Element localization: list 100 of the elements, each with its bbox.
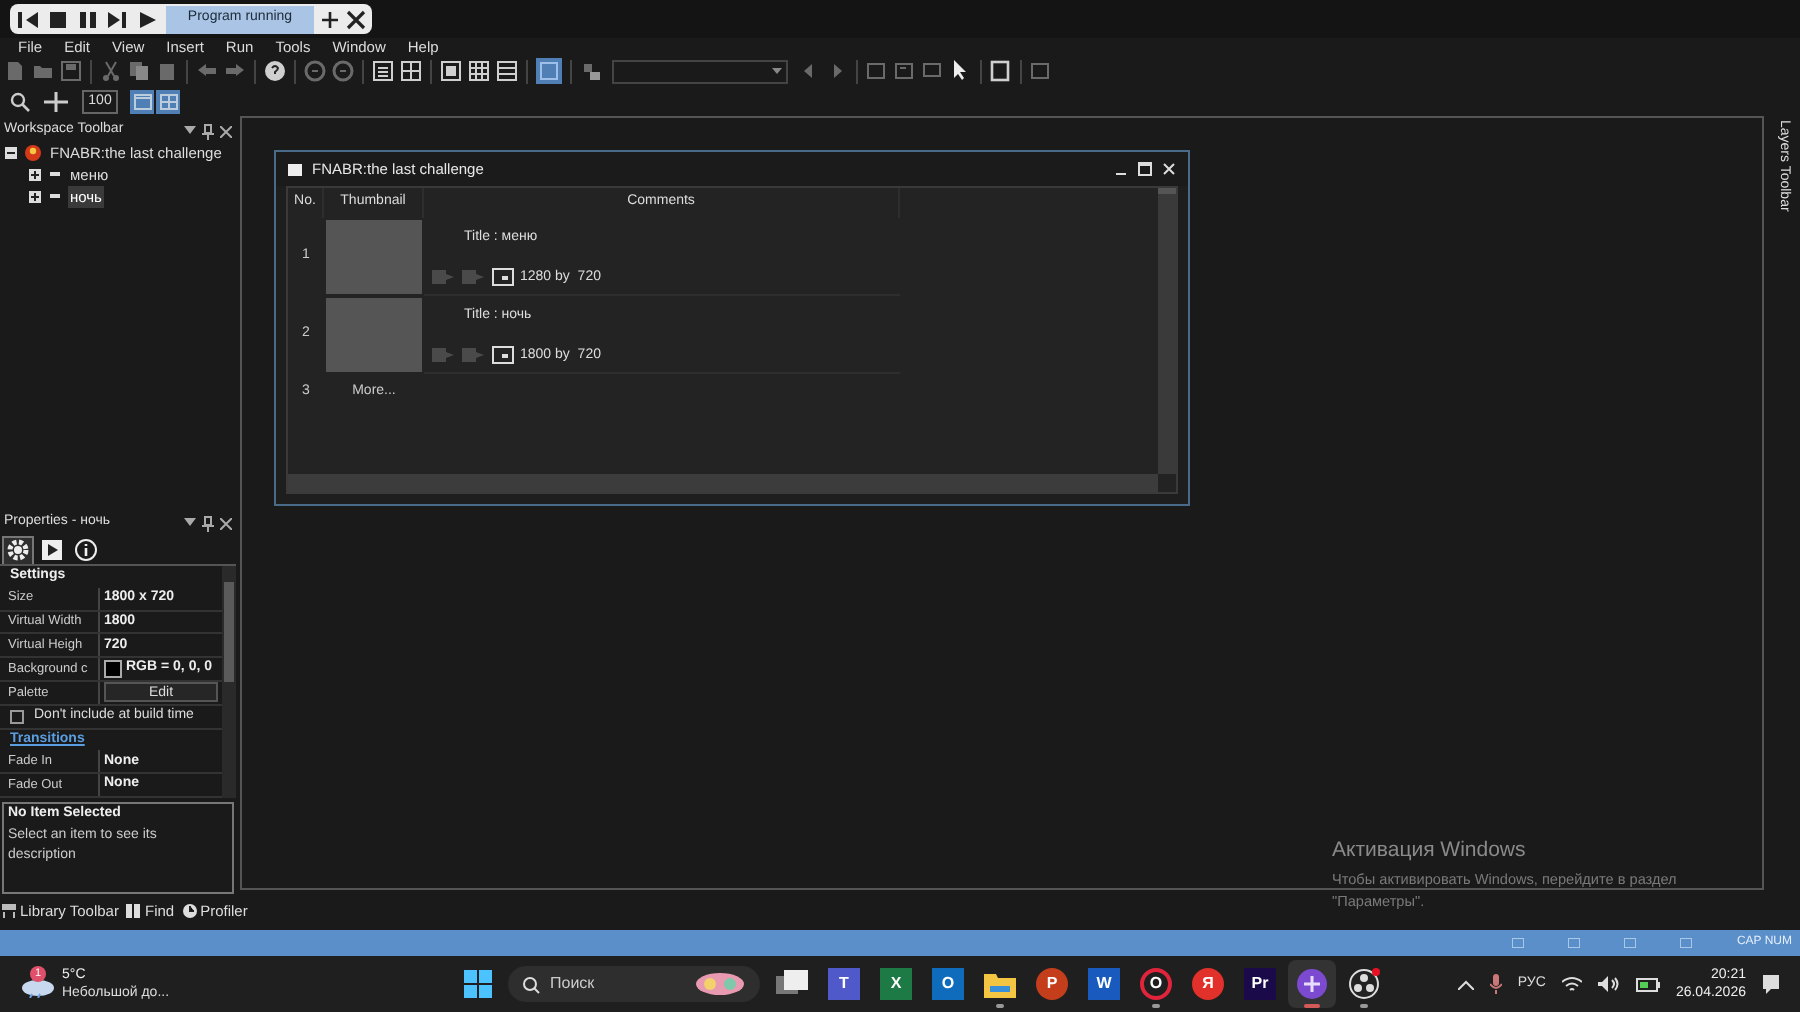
word-icon: W — [1088, 968, 1120, 1000]
frame-icon[interactable] — [894, 60, 916, 82]
volume-icon[interactable] — [1597, 976, 1620, 992]
panel-icon[interactable] — [440, 60, 462, 82]
step-icon[interactable] — [106, 9, 130, 29]
taskbar-app[interactable]: Pr — [1236, 960, 1284, 1008]
layout-icon — [540, 62, 558, 80]
search-bar[interactable]: Поиск — [508, 966, 760, 1002]
battery-icon[interactable] — [1635, 976, 1660, 992]
view-toggle[interactable] — [156, 89, 180, 113]
microphone-icon[interactable] — [1489, 974, 1502, 994]
restart-icon[interactable] — [16, 9, 40, 29]
screen-icon — [492, 346, 514, 365]
taskbar-app[interactable]: X — [872, 960, 920, 1008]
maximize-icon[interactable] — [1138, 162, 1152, 176]
close-icon[interactable] — [220, 517, 232, 529]
expand-icon[interactable] — [28, 168, 42, 182]
status-icon — [1680, 938, 1693, 948]
library-icon — [2, 902, 18, 920]
dropdown-icon[interactable] — [184, 518, 196, 528]
undo-icon[interactable] — [196, 60, 218, 82]
scrollbar[interactable] — [222, 566, 236, 798]
premiere-icon: Pr — [1244, 968, 1276, 1000]
caret-icon — [772, 67, 782, 75]
checkbox[interactable] — [10, 709, 24, 724]
crosshair-icon[interactable] — [42, 89, 70, 113]
zoom-icon[interactable] — [10, 91, 30, 111]
pin-icon[interactable] — [202, 515, 214, 531]
window-icon — [133, 93, 151, 109]
scrollbar[interactable] — [288, 474, 1158, 492]
yandex-browser-icon: Я — [1192, 968, 1224, 1000]
play-icon — [40, 537, 64, 561]
help-icon[interactable] — [264, 60, 286, 82]
thumbnail-placeholder[interactable] — [326, 220, 422, 294]
thumbnail-placeholder[interactable] — [326, 298, 422, 372]
frame-icon[interactable] — [1030, 60, 1052, 82]
grid-icon — [159, 93, 177, 109]
square-icon[interactable] — [990, 60, 1012, 82]
close-icon[interactable] — [346, 9, 366, 29]
chevron-up-icon[interactable] — [1457, 979, 1474, 989]
dropdown-icon[interactable] — [184, 126, 196, 136]
task-view-icon — [776, 970, 808, 998]
view-toggle[interactable] — [130, 89, 154, 113]
expand-icon[interactable] — [28, 190, 42, 204]
list-icon[interactable] — [372, 60, 394, 82]
binoculars-icon — [126, 902, 143, 920]
close-icon[interactable] — [220, 125, 232, 137]
copy-icon[interactable] — [128, 60, 150, 82]
plus-icon[interactable] — [320, 9, 340, 29]
save-icon[interactable] — [60, 60, 82, 82]
folder-icon — [984, 970, 1016, 998]
wifi-icon[interactable] — [1561, 976, 1582, 992]
info-icon — [74, 537, 98, 561]
clock-icon — [182, 902, 199, 920]
taskbar-app[interactable]: W — [1080, 960, 1128, 1008]
pointer-icon[interactable] — [950, 60, 972, 82]
teams-icon: T — [828, 968, 860, 1000]
folder-icon[interactable] — [32, 60, 54, 82]
paste-icon[interactable] — [156, 60, 178, 82]
pin-icon[interactable] — [202, 123, 214, 139]
taskbar-app[interactable]: Я — [1184, 960, 1232, 1008]
running-indicator — [1152, 1004, 1160, 1008]
windows-start-icon[interactable] — [464, 970, 492, 998]
running-indicator — [1304, 1004, 1320, 1008]
properties-tab[interactable] — [70, 535, 102, 563]
rows-icon[interactable] — [496, 60, 518, 82]
pause-icon[interactable] — [76, 9, 100, 29]
fusion-icon — [1296, 968, 1328, 1000]
excel-icon: X — [880, 968, 912, 1000]
cut-icon[interactable] — [100, 60, 122, 82]
color-swatch[interactable] — [104, 660, 122, 679]
properties-tab[interactable] — [2, 535, 34, 563]
obs-icon — [1348, 968, 1380, 1000]
taskbar-app[interactable]: O — [1132, 960, 1180, 1008]
stop-icon[interactable] — [46, 9, 70, 29]
layers-icon[interactable] — [580, 60, 602, 82]
app-icon — [24, 144, 42, 162]
tiles-icon[interactable] — [468, 60, 490, 82]
layout-toggle[interactable] — [536, 58, 562, 84]
search-icon — [522, 975, 540, 993]
play-icon[interactable] — [136, 9, 160, 29]
document-icon[interactable] — [4, 60, 26, 82]
notification-icon[interactable] — [1762, 974, 1780, 994]
taskbar-app[interactable]: O — [924, 960, 972, 1008]
opera-icon: O — [1140, 968, 1172, 1000]
activation-title: Активация Windows — [1332, 836, 1528, 866]
taskbar-app[interactable] — [1288, 960, 1336, 1008]
redo-icon[interactable] — [224, 60, 246, 82]
scrollbar[interactable] — [1158, 188, 1176, 474]
grid-icon[interactable] — [400, 60, 422, 82]
gear-icon — [6, 538, 30, 562]
running-indicator — [996, 1004, 1004, 1008]
search-field[interactable]: Поиск — [550, 972, 684, 996]
status-icon — [1512, 938, 1525, 948]
frame-icon[interactable] — [866, 60, 888, 82]
taskbar-app[interactable]: P — [1028, 960, 1076, 1008]
collapse-icon[interactable] — [4, 146, 18, 160]
taskbar-app[interactable]: T — [820, 960, 868, 1008]
status-icon — [1624, 938, 1637, 948]
properties-tab[interactable] — [36, 535, 68, 563]
